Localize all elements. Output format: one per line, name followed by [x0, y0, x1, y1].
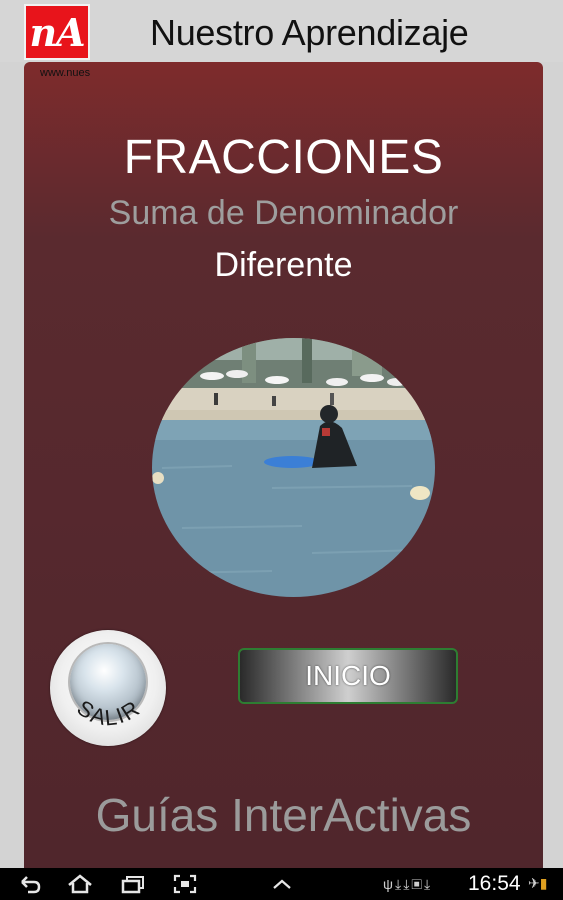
beach-photo-image — [152, 338, 435, 597]
footer-title: Guías InterActivas — [95, 789, 472, 841]
recent-apps-icon[interactable] — [120, 873, 146, 895]
status-clock: 16:54 — [468, 872, 521, 895]
inicio-button[interactable]: INICIO — [238, 648, 458, 704]
download-icon: ⤓ — [394, 876, 404, 892]
page-subtitle-secondary: Diferente — [214, 246, 353, 284]
app-logo: nA — [24, 4, 90, 60]
usb-icon: ψ — [383, 876, 395, 892]
app-title: Nuestro Aprendizaje — [150, 12, 469, 53]
back-icon[interactable] — [18, 873, 42, 895]
notification-icons: ψ⤓⤓▣⤓ — [383, 876, 432, 893]
salir-label-arc: SALIR — [73, 695, 146, 731]
airplane-icon: ✈ — [528, 875, 540, 891]
beach-photo — [152, 338, 435, 597]
screenshot-icon[interactable] — [172, 873, 198, 895]
main-panel: www.nues FRACCIONES Suma de Denominador … — [24, 62, 543, 868]
svg-text:SALIR: SALIR — [73, 695, 146, 731]
battery-icon: ▮ — [539, 875, 548, 891]
status-right-icons: ✈▮ — [528, 875, 547, 892]
salir-button[interactable]: SALIR — [50, 630, 166, 746]
page-subtitle: Suma de Denominador — [108, 194, 459, 232]
system-bar: ψ⤓⤓▣⤓ 16:54 ✈▮ — [0, 868, 563, 900]
app-header: nA Nuestro Aprendizaje — [0, 0, 563, 62]
image-icon: ▣ — [411, 876, 425, 892]
up-chevron-icon[interactable] — [270, 873, 294, 895]
page-title: FRACCIONES — [123, 131, 444, 184]
download-icon: ⤓ — [424, 876, 433, 892]
url-text: www.nues — [40, 67, 91, 79]
salir-label: SALIR — [73, 695, 144, 731]
home-icon[interactable] — [66, 873, 94, 895]
